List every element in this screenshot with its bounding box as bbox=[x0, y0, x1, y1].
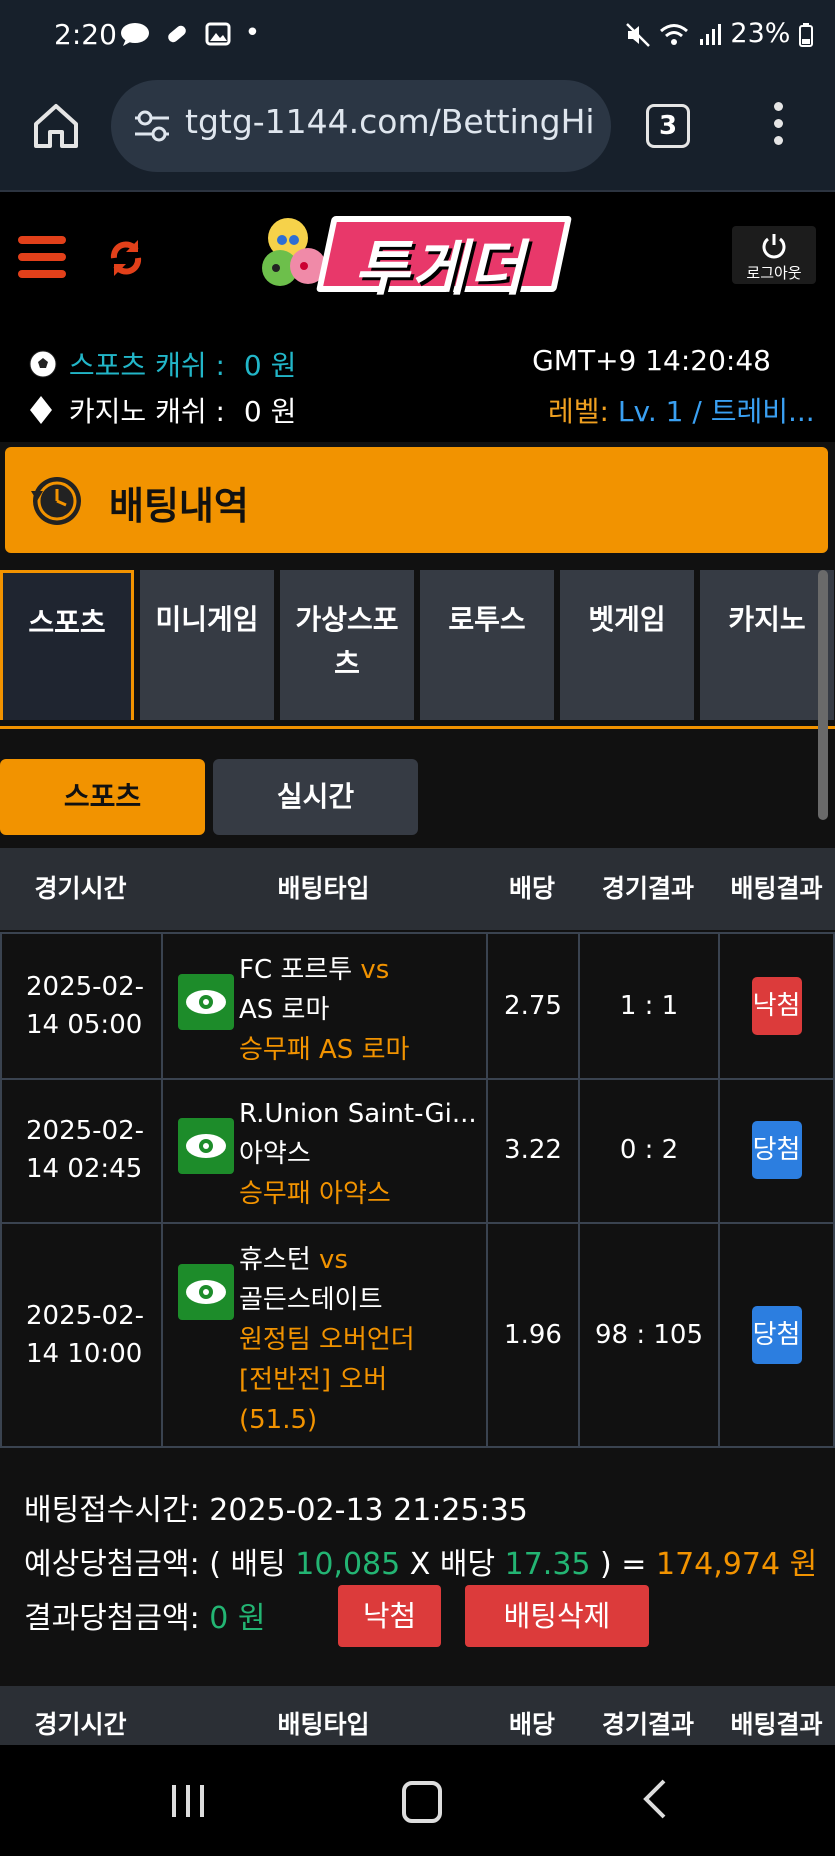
page-title: 배팅내역 bbox=[109, 484, 249, 528]
subtab-live[interactable]: 실시간 bbox=[213, 759, 418, 835]
status-badge-win: 당첨 bbox=[751, 1121, 802, 1179]
history-clock-icon bbox=[31, 477, 81, 525]
bet-outcome: 낙첨 bbox=[718, 934, 835, 1078]
result-status-button[interactable]: 낙첨 bbox=[338, 1585, 441, 1647]
odds-value: 1.96 bbox=[486, 1224, 578, 1446]
table-row: 2025-02- 14 10:00 휴스턴 vs 골든스테이트 원정팀 오버언더 … bbox=[0, 1224, 835, 1448]
tab-virtual-sports[interactable]: 가상스포츠 bbox=[280, 570, 414, 720]
col-bet-result: 배팅결과 bbox=[730, 874, 823, 903]
sport-cash-value: 0 원 bbox=[243, 349, 297, 382]
chat-icon bbox=[121, 22, 149, 46]
wifi-icon bbox=[660, 23, 689, 45]
status-badge-win: 당첨 bbox=[751, 1306, 802, 1364]
signal-icon bbox=[699, 23, 721, 45]
system-nav-bar bbox=[0, 1745, 835, 1856]
logo-text: 투게더 bbox=[354, 234, 526, 304]
server-clock: GMT+9 14:20:48 bbox=[532, 344, 771, 377]
back-icon[interactable] bbox=[640, 1779, 668, 1819]
bet-type: 휴스턴 vs 골든스테이트 원정팀 오버언더 [전반전] 오버 (51.5) bbox=[161, 1224, 486, 1446]
user-level[interactable]: 레벨: Lv. 1 / 트레비... bbox=[548, 390, 815, 430]
power-icon bbox=[762, 234, 786, 259]
match-time: 2025-02- 14 10:00 bbox=[0, 1224, 161, 1446]
casino-cash-label: 카지노 캐쉬 : bbox=[68, 395, 225, 428]
battery-icon bbox=[799, 22, 813, 47]
subtab-sports[interactable]: 스포츠 bbox=[0, 759, 205, 835]
tab-sports[interactable]: 스포츠 bbox=[0, 570, 134, 720]
match-time: 2025-02- 14 05:00 bbox=[0, 934, 161, 1078]
match-score: 98 : 105 bbox=[578, 1224, 718, 1446]
delete-bet-button[interactable]: 배팅삭제 bbox=[465, 1585, 649, 1647]
mute-icon bbox=[625, 22, 650, 47]
table-header: 경기시간 배팅타입 배당 경기결과 배팅결과 bbox=[0, 848, 835, 930]
col-match-result: 경기결과 bbox=[601, 874, 694, 903]
clock: 2:20 bbox=[54, 18, 117, 51]
site-header: 투게더 로그아웃 스포츠 캐쉬 : 0 원 카지노 캐쉬 : 0 원 GMT+9… bbox=[0, 192, 835, 442]
url-text: tgtg-1144.com/BettingHi bbox=[185, 102, 595, 141]
col-match-time: 경기시간 bbox=[34, 874, 127, 903]
eye-icon[interactable] bbox=[178, 1264, 234, 1320]
logout-button[interactable]: 로그아웃 bbox=[732, 226, 816, 284]
site-settings-icon[interactable] bbox=[133, 108, 171, 144]
eye-icon[interactable] bbox=[178, 1118, 234, 1174]
casino-cash-value: 0 원 bbox=[243, 395, 297, 428]
tab-casino[interactable]: 카지노 bbox=[700, 570, 834, 720]
col-odds: 배당 bbox=[508, 874, 555, 903]
category-tabs: 스포츠 미니게임 가상스포츠 로투스 벳게임 카지노 bbox=[0, 570, 835, 729]
match-score: 0 : 2 bbox=[578, 1078, 718, 1222]
accept-time-line: 배팅접수시간: 2025-02-13 21:25:35 bbox=[24, 1493, 528, 1528]
browser-menu-icon[interactable] bbox=[766, 102, 790, 150]
soccer-ball-icon bbox=[28, 349, 60, 386]
table-row: 2025-02- 14 02:45 R.Union Saint-Gi... 아약스… bbox=[0, 1078, 835, 1224]
bet-type: FC 포르투 vs AS 로마 승무패 AS 로마 bbox=[161, 934, 486, 1078]
expected-win-line: 예상당첨금액: ( 배팅 10,085 X 배당 17.35 ) = 174,9… bbox=[24, 1547, 818, 1582]
eye-icon[interactable] bbox=[178, 974, 234, 1030]
bet-outcome: 당첨 bbox=[718, 1078, 835, 1222]
recents-icon[interactable] bbox=[168, 1783, 208, 1819]
tab-betgame[interactable]: 벳게임 bbox=[560, 570, 694, 720]
sport-cash-label: 스포츠 캐쉬 : bbox=[68, 349, 225, 382]
browser-toolbar: tgtg-1144.com/BettingHi 3 bbox=[0, 75, 835, 192]
tab-lotus[interactable]: 로투스 bbox=[420, 570, 554, 720]
scrollbar[interactable] bbox=[818, 570, 828, 820]
image-icon bbox=[205, 22, 231, 45]
menu-icon[interactable] bbox=[18, 236, 66, 284]
bet-type: R.Union Saint-Gi... 아약스 승무패 아약스 bbox=[161, 1078, 486, 1222]
sport-cash: 스포츠 캐쉬 : 0 원 bbox=[28, 344, 296, 386]
dot-icon: • bbox=[244, 18, 267, 48]
home-button-icon[interactable] bbox=[402, 1781, 442, 1823]
table-row: 2025-02- 14 05:00 FC 포르투 vs AS 로마 승무패 AS … bbox=[0, 932, 835, 1080]
status-right: 23% bbox=[625, 18, 813, 49]
match-score: 1 : 1 bbox=[578, 934, 718, 1078]
home-icon[interactable] bbox=[30, 100, 82, 152]
notification-icons: • bbox=[120, 18, 266, 48]
casino-cash: 카지노 캐쉬 : 0 원 bbox=[28, 390, 296, 432]
page-title-bar: 배팅내역 bbox=[5, 447, 828, 553]
address-bar[interactable]: tgtg-1144.com/BettingHi bbox=[111, 80, 611, 172]
match-time: 2025-02- 14 02:45 bbox=[0, 1078, 161, 1222]
odds-value: 3.22 bbox=[486, 1078, 578, 1222]
logout-label: 로그아웃 bbox=[746, 264, 802, 282]
status-badge-lose: 낙첨 bbox=[751, 977, 802, 1035]
diamond-icon bbox=[28, 395, 60, 432]
level-label: 레벨: bbox=[548, 395, 609, 428]
refresh-icon[interactable] bbox=[106, 236, 146, 280]
status-bar: 2:20 • 23% bbox=[0, 0, 835, 75]
tab-minigame[interactable]: 미니게임 bbox=[140, 570, 274, 720]
odds-value: 2.75 bbox=[486, 934, 578, 1078]
tab-switcher-button[interactable]: 3 bbox=[646, 104, 690, 148]
col-bet-type: 배팅타입 bbox=[277, 874, 370, 903]
battery-text: 23% bbox=[730, 18, 791, 49]
site-logo[interactable]: 투게더 bbox=[258, 210, 576, 304]
bet-outcome: 당첨 bbox=[718, 1224, 835, 1446]
level-value: Lv. 1 / 트레비... bbox=[617, 395, 815, 428]
pill-icon bbox=[168, 25, 187, 42]
